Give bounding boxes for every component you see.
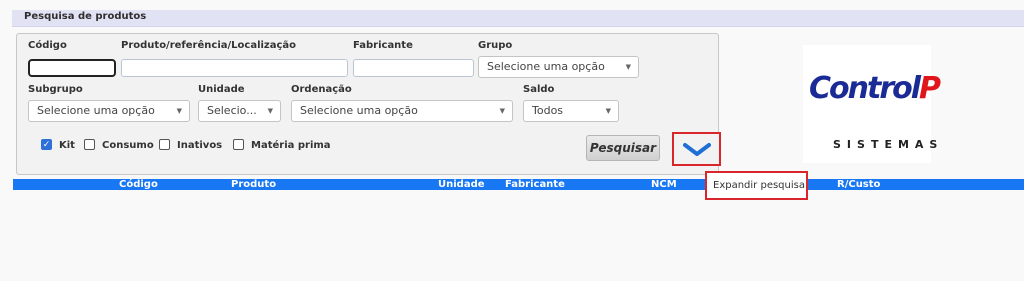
grupo-label: Grupo (478, 40, 513, 51)
fabricante-input[interactable] (353, 59, 474, 77)
chevron-down-icon: ▼ (176, 107, 182, 115)
produto-input[interactable] (121, 59, 348, 77)
unidade-select-value: Selecio... (207, 104, 257, 117)
ordenacao-label: Ordenação (291, 84, 352, 95)
saldo-label: Saldo (523, 84, 555, 95)
chevron-down-icon: ▼ (267, 107, 273, 115)
column-header-unidade[interactable]: Unidade (438, 179, 485, 190)
chevron-down-icon: ▼ (605, 107, 611, 115)
kit-checkbox-label: Kit (59, 140, 75, 151)
materia-prima-checkbox-label: Matéria prima (251, 140, 331, 151)
saldo-select[interactable]: Todos ▼ (523, 100, 619, 122)
grupo-select[interactable]: Selecione uma opção ▼ (478, 56, 639, 78)
subgrupo-select[interactable]: Selecione uma opção ▼ (28, 100, 190, 122)
chevron-down-icon: ▼ (499, 107, 505, 115)
inativos-checkbox[interactable] (159, 139, 170, 150)
results-table-header: Código Produto Unidade Fabricante NCM R/… (13, 179, 1024, 190)
unidade-label: Unidade (198, 84, 245, 95)
fabricante-label: Fabricante (353, 40, 413, 51)
column-header-codigo[interactable]: Código (119, 179, 158, 190)
codigo-label: Código (28, 40, 67, 51)
subgrupo-select-value: Selecione uma opção (37, 104, 155, 117)
search-button[interactable]: Pesquisar (586, 135, 660, 161)
page-title: Pesquisa de produtos (24, 11, 147, 22)
expand-search-tooltip: Expandir pesquisa (705, 171, 808, 200)
materia-prima-checkbox[interactable] (233, 139, 244, 150)
section-title-bar: Pesquisa de produtos (12, 10, 1024, 27)
subgrupo-label: Subgrupo (28, 84, 83, 95)
ordenacao-select-value: Selecione uma opção (300, 104, 418, 117)
column-header-produto[interactable]: Produto (231, 179, 276, 190)
inativos-checkbox-label: Inativos (177, 140, 223, 151)
ordenacao-select[interactable]: Selecione uma opção ▼ (291, 100, 513, 122)
column-header-ncm[interactable]: NCM (651, 179, 677, 190)
saldo-select-value: Todos (532, 104, 564, 117)
produto-label: Produto/referência/Localização (121, 40, 297, 51)
expand-search-button[interactable] (672, 132, 721, 166)
chevron-down-icon: ▼ (625, 63, 631, 71)
logo-main-text: ControlP (809, 71, 941, 106)
logo-sub-text: SISTEMAS (833, 138, 944, 151)
expand-search-tooltip-text: Expandir pesquisa (713, 180, 805, 191)
grupo-select-value: Selecione uma opção (487, 60, 605, 73)
codigo-input[interactable] (28, 59, 116, 77)
unidade-select[interactable]: Selecio... ▼ (198, 100, 281, 122)
column-header-rcusto[interactable]: R/Custo (837, 179, 880, 190)
kit-checkbox[interactable]: ✓ (41, 139, 52, 150)
consumo-checkbox[interactable] (84, 139, 95, 150)
consumo-checkbox-label: Consumo (102, 140, 154, 151)
company-logo: ControlP SISTEMAS (803, 45, 941, 163)
column-header-fabricante[interactable]: Fabricante (505, 179, 565, 190)
chevron-down-icon (683, 143, 711, 156)
